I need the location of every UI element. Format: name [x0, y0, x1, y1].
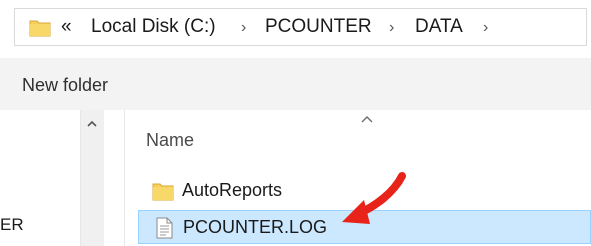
breadcrumb-pcounter[interactable]: PCOUNTER	[265, 15, 372, 39]
nav-pane-item-partial[interactable]: ER	[0, 215, 24, 235]
scroll-up-arrow-icon[interactable]	[86, 118, 98, 130]
overflow-chevron[interactable]: «	[61, 15, 72, 39]
sort-ascending-icon	[361, 116, 373, 123]
file-name: PCOUNTER.LOG	[183, 217, 328, 237]
folder-icon	[152, 183, 174, 201]
command-toolbar: New folder	[0, 58, 591, 110]
new-folder-button[interactable]: New folder	[22, 75, 108, 96]
navigation-scrollbar[interactable]	[80, 110, 104, 246]
folder-icon	[29, 20, 51, 37]
annotation-arrow-icon	[342, 172, 406, 224]
column-header-name[interactable]: Name	[146, 130, 194, 151]
breadcrumb-separator[interactable]: ›	[241, 16, 246, 40]
pane-divider[interactable]	[124, 110, 125, 246]
breadcrumb-local-disk[interactable]: Local Disk (C:)	[91, 15, 216, 39]
breadcrumb-separator[interactable]: ›	[483, 16, 488, 40]
breadcrumb-separator[interactable]: ›	[389, 16, 394, 40]
text-file-icon	[156, 217, 173, 239]
file-name: AutoReports	[182, 180, 283, 200]
breadcrumb-data[interactable]: DATA	[415, 15, 463, 39]
address-bar[interactable]: « Local Disk (C:) › PCOUNTER › DATA ›	[14, 8, 587, 46]
